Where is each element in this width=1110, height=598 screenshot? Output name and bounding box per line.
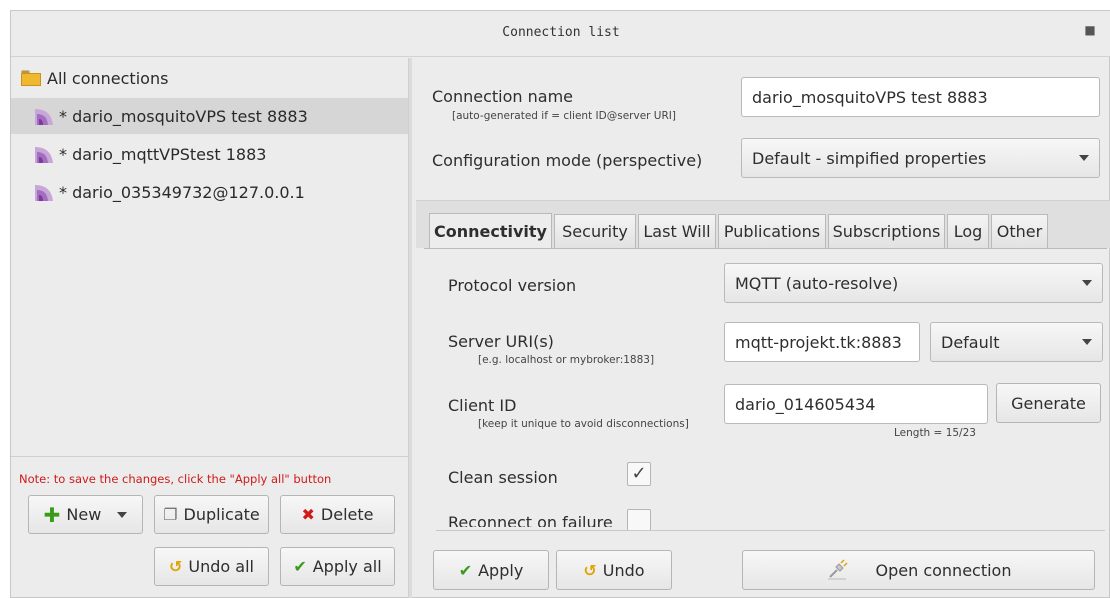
connection-details-pane: Connection name [auto-generated if = cli…: [416, 58, 1110, 598]
tree-item-label: * dario_mosquitoVPS test 8883: [59, 106, 308, 126]
connection-name-hint: [auto-generated if = client ID@server UR…: [452, 110, 676, 122]
tree-root-label: All connections: [47, 68, 169, 88]
duplicate-button[interactable]: ❐ Duplicate: [154, 495, 269, 534]
apply-all-label: Apply all: [312, 557, 382, 576]
chevron-down-icon[interactable]: [117, 511, 128, 518]
open-connection-label: Open connection: [875, 560, 1012, 580]
pane-splitter[interactable]: [408, 58, 412, 598]
tree-item-connection[interactable]: * dario_mosquitoVPS test 8883: [11, 98, 408, 134]
title-bar: Connection list ■: [11, 11, 1110, 57]
apply-button[interactable]: ✔ Apply: [433, 550, 549, 590]
tree-item-connection[interactable]: * dario_035349732@127.0.0.1: [11, 174, 408, 210]
connections-pane: All connections * dario_mosquitoVPS test…: [11, 58, 408, 598]
tree-item-connection[interactable]: * dario_mqttVPStest 1883: [11, 136, 408, 172]
tree-item-label: * dario_mqttVPStest 1883: [59, 144, 267, 164]
tab-security[interactable]: Security: [554, 214, 636, 248]
client-id-label: Client ID: [448, 396, 517, 415]
tab-log[interactable]: Log: [947, 214, 989, 248]
configuration-mode-value: Default - simpified properties: [752, 148, 987, 168]
reconnect-checkbox[interactable]: [627, 509, 651, 531]
x-icon: ✖: [301, 505, 315, 524]
connection-name-label: Connection name: [432, 87, 573, 106]
connection-name-input[interactable]: dario_mosquitoVPS test 8883: [741, 77, 1100, 117]
new-button[interactable]: ✚ New: [28, 495, 143, 534]
chevron-down-icon: [1082, 339, 1092, 345]
protocol-version-select[interactable]: MQTT (auto-resolve): [724, 263, 1103, 303]
tree-root-all-connections[interactable]: All connections: [11, 60, 408, 96]
delete-button[interactable]: ✖ Delete: [280, 495, 395, 534]
undo-all-button[interactable]: ↺ Undo all: [154, 547, 269, 586]
apply-label: Apply: [478, 560, 524, 580]
copy-icon: ❐: [163, 505, 178, 524]
wifi-signal-icon: [35, 185, 53, 201]
wifi-signal-icon: [35, 109, 53, 125]
tab-last-will[interactable]: Last Will: [638, 214, 716, 248]
undo-arrow-icon: ↺: [169, 557, 183, 576]
undo-label: Undo: [602, 560, 645, 580]
new-label: New: [66, 505, 102, 524]
server-uri-input[interactable]: mqtt-projekt.tk:8883: [724, 322, 920, 362]
client-id-input[interactable]: dario_014605434: [724, 384, 988, 424]
window-title: Connection list: [502, 25, 620, 40]
checkmark-icon: ✔: [458, 560, 473, 580]
open-connection-button[interactable]: Open connection: [742, 550, 1095, 590]
checkmark-icon: ✔: [293, 557, 307, 576]
generate-button[interactable]: Generate: [996, 383, 1101, 423]
connection-list-window: Connection list ■ All connections * dari…: [10, 10, 1110, 598]
protocol-version-value: MQTT (auto-resolve): [735, 273, 899, 293]
connectivity-panel: Protocol version MQTT (auto-resolve) Ser…: [424, 248, 1107, 531]
client-id-hint: [keep it unique to avoid disconnections]: [478, 418, 689, 430]
undo-button[interactable]: ↺ Undo: [556, 550, 672, 590]
undo-arrow-icon: ↺: [583, 560, 597, 580]
port-mode-value: Default: [941, 332, 1000, 352]
chevron-down-icon: [1079, 155, 1089, 161]
divider: [436, 530, 1105, 531]
connection-tree: All connections * dario_mosquitoVPS test…: [11, 58, 408, 456]
tree-item-label: * dario_035349732@127.0.0.1: [59, 182, 305, 202]
undo-all-label: Undo all: [188, 557, 254, 576]
server-uri-hint: [e.g. localhost or mybroker:1883]: [478, 354, 655, 366]
configuration-mode-label: Configuration mode (perspective): [432, 151, 703, 170]
port-mode-select[interactable]: Default: [930, 322, 1103, 362]
delete-label: Delete: [320, 505, 374, 524]
tab-other[interactable]: Other: [991, 214, 1048, 248]
wifi-signal-icon: [35, 147, 53, 163]
configuration-mode-select[interactable]: Default - simpified properties: [741, 138, 1100, 178]
clean-session-checkbox[interactable]: ✓: [627, 462, 651, 486]
server-uri-label: Server URI(s): [448, 332, 554, 351]
window-menu-icon[interactable]: ■: [1083, 23, 1097, 37]
client-id-length: Length = 15/23: [894, 427, 976, 439]
duplicate-label: Duplicate: [183, 505, 260, 524]
divider: [11, 456, 408, 457]
plus-icon: ✚: [43, 502, 61, 527]
folder-icon: [21, 70, 41, 86]
chevron-down-icon: [1082, 280, 1092, 286]
tab-connectivity[interactable]: Connectivity: [429, 213, 552, 249]
plug-icon: [827, 559, 848, 580]
clean-session-label: Clean session: [448, 468, 558, 487]
reconnect-label: Reconnect on failure: [448, 515, 613, 527]
protocol-version-label: Protocol version: [448, 276, 577, 295]
save-note: Note: to save the changes, click the "Ap…: [19, 472, 332, 486]
apply-all-button[interactable]: ✔ Apply all: [280, 547, 395, 586]
tab-publications[interactable]: Publications: [718, 214, 826, 248]
tab-subscriptions[interactable]: Subscriptions: [828, 214, 945, 248]
